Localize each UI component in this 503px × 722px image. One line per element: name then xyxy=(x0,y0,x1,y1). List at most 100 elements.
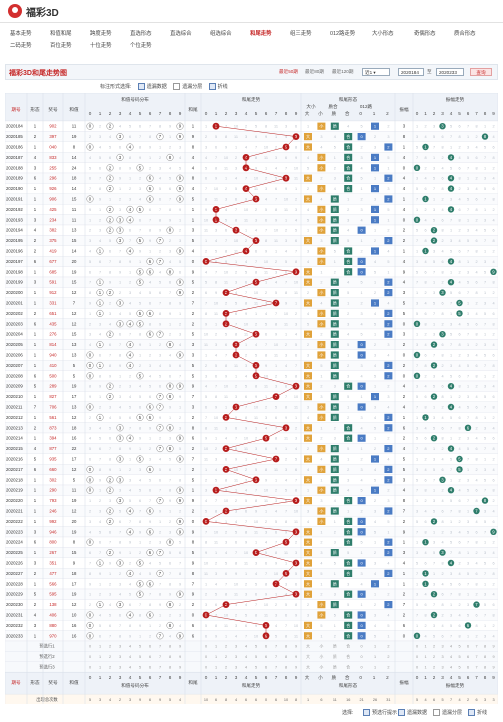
jump-miss-value: 5 xyxy=(484,312,486,316)
nav-item-row2-0[interactable]: 二码走势 xyxy=(10,41,32,49)
recent-120-link[interactable]: 最近120期 xyxy=(332,69,353,75)
predict-span-digit: 4 xyxy=(129,655,131,659)
jump-miss-value: 5 xyxy=(467,530,469,534)
footer-predict-checkbox[interactable] xyxy=(363,709,370,717)
row-award: 375 xyxy=(49,238,57,243)
start-issue-input[interactable]: 2020184 xyxy=(398,68,424,76)
nav-item-row2-2[interactable]: 十位走势 xyxy=(90,41,112,49)
tail-miss-value: 5 xyxy=(295,343,297,347)
jump-miss-value: 3 xyxy=(467,312,469,316)
tail-miss-value: 4 xyxy=(255,343,257,347)
span-miss-value: 5 xyxy=(159,187,161,191)
span-miss-value: 9 xyxy=(169,312,171,316)
nav-item-6[interactable]: 和尾走势 xyxy=(250,29,272,37)
nav-item-7[interactable]: 组三走势 xyxy=(290,29,312,37)
jump-miss-value: 7 xyxy=(433,270,435,274)
nav-item-0[interactable]: 基本走势 xyxy=(10,29,32,37)
form-miss-value: 3 xyxy=(387,135,389,139)
jump-miss-value: 7 xyxy=(467,333,469,337)
form-hit-label: 小 xyxy=(319,341,323,347)
span-miss-value: 7 xyxy=(129,333,131,337)
tail-miss-value: 2 xyxy=(275,489,277,493)
jump-miss-value: 8 xyxy=(458,634,460,638)
jump-miss-value: 7 xyxy=(484,198,486,202)
nav-item-1[interactable]: 和值和尾 xyxy=(50,29,72,37)
jump-miss-value: 2 xyxy=(492,125,494,129)
form-miss-value: 1 xyxy=(374,333,376,337)
jump-miss-value: 5 xyxy=(484,562,486,566)
nav-item-8[interactable]: 012路走势 xyxy=(330,29,355,37)
nav-item-row2-1[interactable]: 百位走势 xyxy=(50,41,72,49)
nav-item-11[interactable]: 质合形态 xyxy=(454,29,476,37)
form-miss-value: 1 xyxy=(347,198,349,202)
jump-miss-value: 7 xyxy=(467,374,469,378)
jump-miss-value: 5 xyxy=(467,281,469,285)
period-select[interactable]: 近1 ▾ xyxy=(362,68,390,76)
mark-options: 标注形式选择: 遗漏数据 遗漏分层 折线 xyxy=(100,83,228,91)
span-miss-value: 9 xyxy=(159,416,161,420)
tail-miss-value: 7 xyxy=(205,302,207,306)
form-hit-label: 小 xyxy=(319,404,323,410)
form-miss-value: 5 xyxy=(334,146,336,150)
footer-line-checkbox[interactable] xyxy=(468,709,475,717)
stat-span-value: 3 xyxy=(99,698,101,702)
span-miss-value: 4 xyxy=(169,634,171,638)
nav-item-5[interactable]: 组选综合 xyxy=(210,29,232,37)
span-miss-value: 6 xyxy=(99,634,101,638)
head-jump-group: 振幅走势 xyxy=(446,96,465,103)
recent-50-link[interactable]: 最近50期 xyxy=(279,69,298,75)
jump-miss-value: 3 xyxy=(416,593,418,597)
tail-miss-value: 2 xyxy=(215,333,217,337)
row-issue: 2020189 xyxy=(6,176,23,181)
span-miss-value: 8 xyxy=(149,135,151,139)
tail-miss-value: 6 xyxy=(265,218,267,222)
tail-miss-value: 5 xyxy=(245,614,247,618)
span-miss-value: 3 xyxy=(179,614,181,618)
predict-form-head: 大 xyxy=(306,644,310,649)
form-hit-label: 质 xyxy=(333,362,337,368)
predict-span-digit: 6 xyxy=(149,655,151,659)
form-miss-value: 5 xyxy=(374,426,376,430)
span-miss-value: 5 xyxy=(89,260,91,264)
form-miss-value: 3 xyxy=(387,499,389,503)
tail-miss-value: 1 xyxy=(265,510,267,514)
footer-miss-layer-checkbox[interactable] xyxy=(433,709,440,717)
row-issue: 2020204 xyxy=(6,332,23,337)
predict-jump-digit: 8 xyxy=(484,645,486,649)
option-miss-layer-checkbox[interactable] xyxy=(173,83,181,91)
jump-miss-value: 7 xyxy=(484,614,486,618)
stat-form-value: 21 xyxy=(359,698,363,702)
footer-miss-data-checkbox[interactable] xyxy=(398,709,405,717)
span-miss-value: 7 xyxy=(129,426,131,430)
tail-miss-value: 2 xyxy=(205,135,207,139)
form-miss-value: 3 xyxy=(334,593,336,597)
footer-line-label: 折线 xyxy=(477,710,488,716)
recent-80-link[interactable]: 最近80期 xyxy=(305,69,324,75)
form-hit-label: 合 xyxy=(346,435,350,441)
jump-miss-value: 5 xyxy=(433,260,435,264)
tail-miss-value: 11 xyxy=(294,634,298,638)
predict-form-head: 小 xyxy=(320,654,324,659)
nav-item-row2-3[interactable]: 个位走势 xyxy=(130,41,152,49)
tail-miss-value: 9 xyxy=(225,146,227,150)
nav-item-10[interactable]: 奇偶形态 xyxy=(414,29,436,37)
span-miss-value: 9 xyxy=(119,270,121,274)
form-hit-label: 合 xyxy=(346,518,350,524)
tail-miss-value: 1 xyxy=(235,603,237,607)
span-miss-value: 6 xyxy=(169,562,171,566)
span-miss-value: 9 xyxy=(139,156,141,160)
tail-miss-value: 11 xyxy=(244,333,248,337)
nav-item-4[interactable]: 直选综合 xyxy=(170,29,192,37)
end-issue-input[interactable]: 2020233 xyxy=(436,68,464,76)
jump-miss-value: 4 xyxy=(458,489,460,493)
tail-miss-value: 8 xyxy=(265,582,267,586)
row-award: 425 xyxy=(49,207,57,212)
query-button[interactable]: 查询 xyxy=(470,68,492,76)
nav-item-2[interactable]: 跨度走势 xyxy=(90,29,112,37)
nav-item-9[interactable]: 大小形态 xyxy=(372,29,394,37)
nav-item-3[interactable]: 直选形态 xyxy=(130,29,152,37)
option-line-checkbox[interactable] xyxy=(208,83,216,91)
jump-miss-value: 5 xyxy=(450,458,452,462)
option-miss-data-checkbox[interactable] xyxy=(137,83,145,91)
tail-miss-value: 4 xyxy=(255,572,257,576)
